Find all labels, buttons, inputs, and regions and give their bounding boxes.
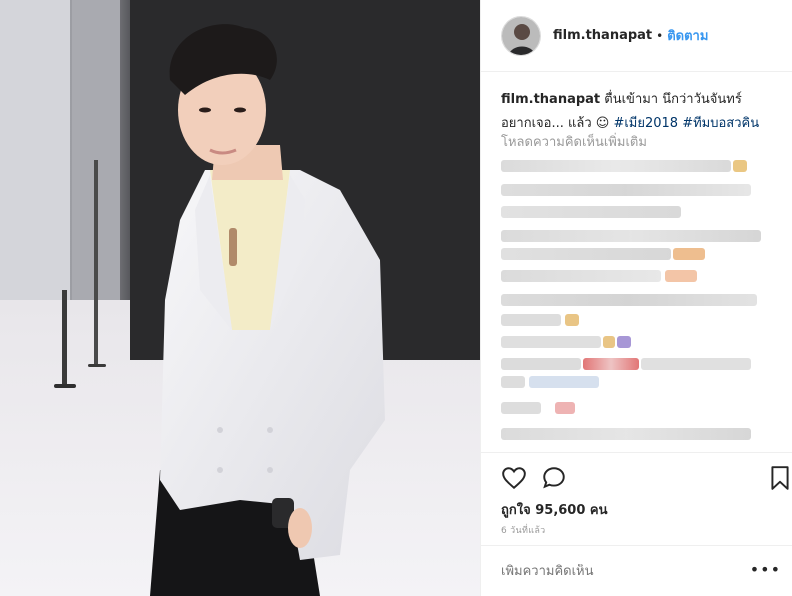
blurred-comment-emoji [733,160,747,172]
blurred-comment [501,402,541,414]
blurred-comment [501,314,561,326]
header-username[interactable]: film.thanapat [553,28,652,43]
blurred-comment [501,358,581,370]
comment-input[interactable] [501,564,741,579]
blurred-comment [501,294,757,306]
blurred-comment-emoji [603,336,615,348]
blurred-comment [501,376,525,388]
caption: film.thanapat ตื่นเข้ามา นึกว่าวันจันทร์… [501,88,771,136]
blurred-comment [501,184,751,196]
bookmark-icon[interactable] [767,465,792,491]
post-photo[interactable] [0,0,480,596]
avatar[interactable] [501,15,541,56]
blurred-comment [501,230,761,242]
blurred-comment [501,248,671,260]
post-header: film.thanapat • ติดตาม [481,0,792,72]
comment-icon[interactable] [541,465,567,491]
heart-icon[interactable] [501,465,527,491]
hashtag-link[interactable]: #เมีย2018 [613,116,678,131]
follow-button[interactable]: ติดตาม [667,25,708,46]
blurred-comment [501,160,731,172]
load-more-comments-button[interactable]: โหลดความคิดเห็นเพิ่มเติม [501,131,647,152]
more-options-button[interactable]: ••• [750,560,781,579]
blurred-comment-emoji [583,358,639,370]
blurred-comment [641,358,751,370]
post-timestamp[interactable]: 6 วันที่แล้ว [501,523,546,537]
comment-list [501,150,771,450]
add-comment-bar: ••• [481,545,792,596]
blurred-comment-emoji [555,402,575,414]
blurred-comment-emoji [673,248,705,260]
avatar-image [502,16,540,55]
caption-username[interactable]: film.thanapat [501,92,600,107]
blurred-comment-emoji [617,336,631,348]
hashtag-link[interactable]: #ทีมบอสวคิน [682,116,759,131]
likes-count[interactable]: ถูกใจ 95,600 คน [501,499,608,520]
blurred-comment-emoji [665,270,697,282]
header-separator: • [656,28,664,43]
post-image [0,0,480,596]
blurred-comment [501,206,681,218]
blurred-comment-emoji [565,314,579,326]
action-bar [481,452,792,504]
blurred-comment [501,336,601,348]
blurred-comment-mention [529,376,599,388]
blurred-comment [501,428,751,440]
blurred-comment [501,270,661,282]
post-side-panel: film.thanapat • ติดตาม film.thanapat ตื่… [480,0,792,596]
